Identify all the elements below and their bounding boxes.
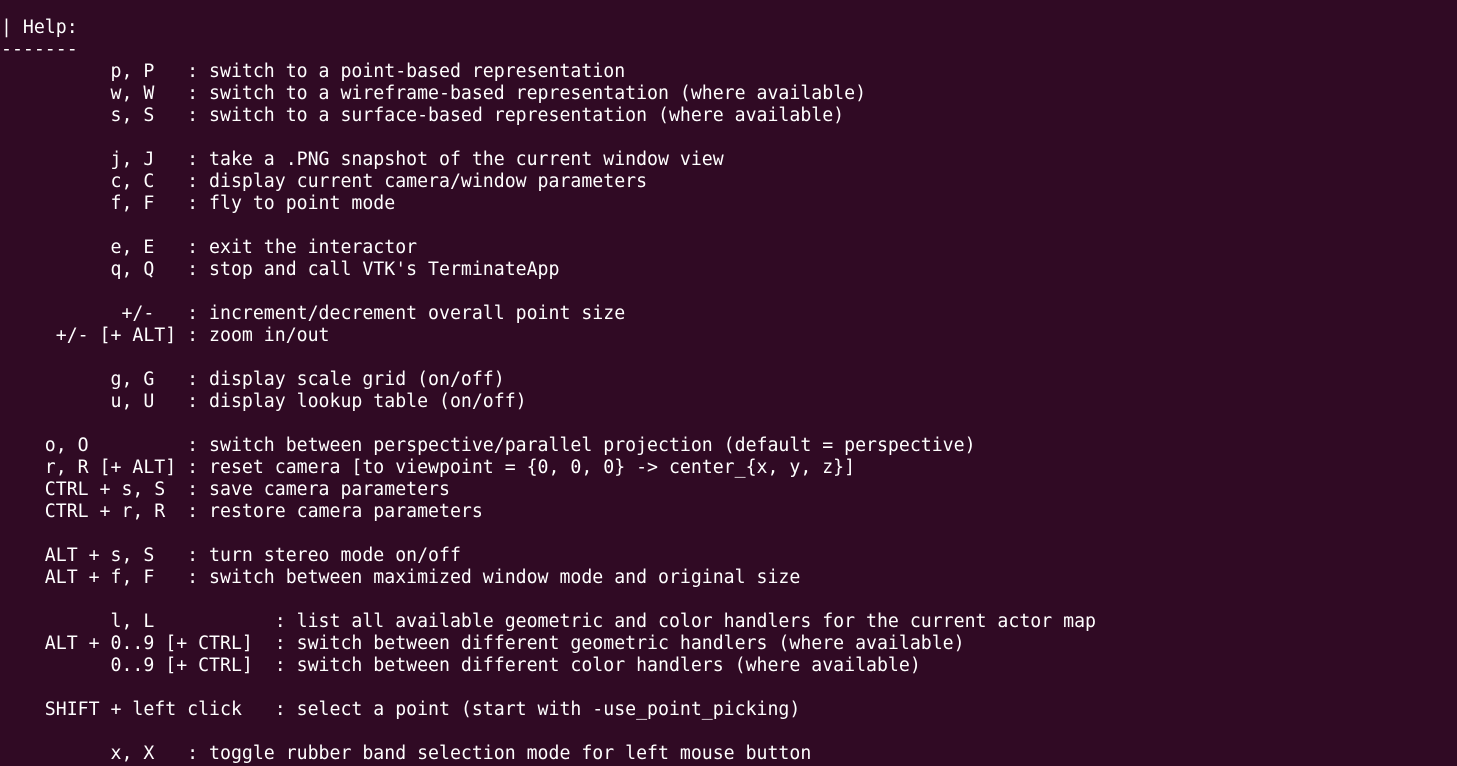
help-line-exit: e, E : exit the interactor [1,237,418,258]
help-line-list-handlers: l, L : list all available geometric and … [1,611,1096,632]
help-line-surface: s, S : switch to a surface-based represe… [1,105,845,126]
help-underline: ------- [1,39,78,60]
help-line-save-camera: CTRL + s, S : save camera parameters [1,479,450,500]
help-line-snapshot: j, J : take a .PNG snapshot of the curre… [1,149,724,170]
help-line-select-point: SHIFT + left click : select a point (sta… [1,699,801,720]
help-line-point-size: +/- : increment/decrement overall point … [1,303,626,324]
help-line-fly: f, F : fly to point mode [1,193,396,214]
help-line-point: p, P : switch to a point-based represent… [1,61,626,82]
help-line-camera-params: c, C : display current camera/window par… [1,171,648,192]
help-line-reset-camera: r, R [+ ALT] : reset camera [to viewpoin… [1,457,856,478]
help-line-stereo: ALT + s, S : turn stereo mode on/off [1,545,461,566]
help-line-rubber-band: x, X : toggle rubber band selection mode… [1,743,812,764]
terminal-output[interactable]: | Help: ------- p, P : switch to a point… [0,0,1457,766]
help-line-maximize: ALT + f, F : switch between maximized wi… [1,567,801,588]
help-line-restore-camera: CTRL + r, R : restore camera parameters [1,501,483,522]
help-line-color-handlers: 0..9 [+ CTRL] : switch between different… [1,655,921,676]
help-header: | Help: [1,17,78,38]
help-line-terminate: q, Q : stop and call VTK's TerminateApp [1,259,560,280]
help-line-zoom: +/- [+ ALT] : zoom in/out [1,325,330,346]
help-line-projection: o, O : switch between perspective/parall… [1,435,976,456]
help-line-grid: g, G : display scale grid (on/off) [1,369,505,390]
help-line-wireframe: w, W : switch to a wireframe-based repre… [1,83,867,104]
help-line-lookup-table: u, U : display lookup table (on/off) [1,391,527,412]
help-line-geometric-handlers: ALT + 0..9 [+ CTRL] : switch between dif… [1,633,965,654]
